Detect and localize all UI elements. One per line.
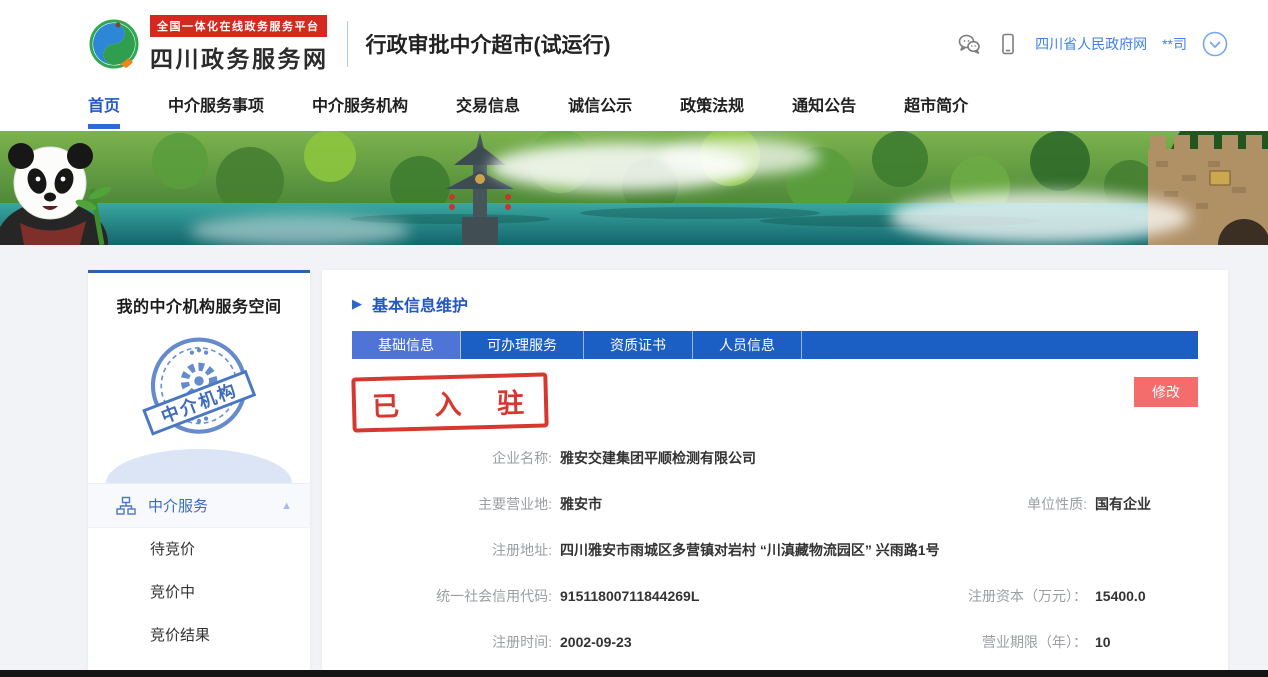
basic-info-form: 企业名称: 雅安交建集团平顺检测有限公司 主要营业地: 雅安市 单位性质: 国有… — [352, 435, 1198, 665]
main-nav: 首页 中介服务事项 中介服务机构 交易信息 诚信公示 政策法规 通知公告 超市简… — [0, 88, 1268, 131]
username[interactable]: **司 — [1162, 34, 1187, 54]
nav-item-about[interactable]: 超市简介 — [904, 88, 968, 131]
field-value: 91511800711844269L — [560, 588, 699, 604]
field-label: 注册时间: — [352, 632, 552, 652]
field-registered-capital: 注册资本（万元）： 15400.0 — [922, 586, 1198, 606]
field-unit-nature: 单位性质: 国有企业 — [922, 494, 1198, 514]
field-label: 注册地址: — [352, 540, 552, 560]
nav-item-home[interactable]: 首页 — [88, 88, 120, 131]
field-value: 雅安交建集团平顺检测有限公司 — [560, 448, 756, 468]
nav-item-integrity[interactable]: 诚信公示 — [568, 88, 632, 131]
gov-website-link[interactable]: 四川省人民政府网 — [1035, 34, 1147, 54]
page-body: 我的中介机构服务空间 中介机构 中介服务 ▲ — [0, 245, 1268, 677]
field-business-term: 营业期限（年）： 10 — [922, 632, 1198, 652]
sidebar-title: 我的中介机构服务空间 — [88, 293, 310, 317]
tab-available-services[interactable]: 可办理服务 — [461, 331, 584, 359]
section-title: 基本信息维护 — [372, 292, 468, 316]
nav-item-service-matters[interactable]: 中介服务事项 — [168, 88, 264, 131]
field-credit-code: 统一社会信用代码: 91511800711844269L — [352, 586, 922, 606]
tab-qualification-certs[interactable]: 资质证书 — [584, 331, 693, 359]
form-row: 统一社会信用代码: 91511800711844269L 注册资本（万元）： 1… — [352, 573, 1198, 619]
site-name: 四川政务服务网 — [150, 40, 329, 74]
top-header: 全国一体化在线政务服务平台 四川政务服务网 行政审批中介超市(试运行) 四川省人… — [0, 0, 1268, 88]
field-value: 10 — [1095, 634, 1111, 650]
brand-block: 全国一体化在线政务服务平台 四川政务服务网 — [150, 15, 329, 74]
nav-item-transactions[interactable]: 交易信息 — [456, 88, 520, 131]
sichuan-gov-logo-icon — [88, 18, 140, 70]
header-divider — [347, 21, 348, 67]
field-label: 单位性质: — [922, 494, 1087, 514]
section-arrow-icon: ▶ — [352, 296, 362, 312]
registered-status-stamp: 已 入 驻 — [351, 372, 548, 432]
sidebar-submenu: 待竞价 竞价中 竞价结果 合同签订 服务成果 — [88, 527, 310, 677]
form-row: 注册时间: 2002-09-23 营业期限（年）： 10 — [352, 619, 1198, 665]
seal-pedestal-arc — [106, 449, 292, 483]
field-value: 四川雅安市雨城区多营镇对岩村 “川滇藏物流园区” 兴雨路1号 — [560, 540, 940, 560]
status-row: 已 入 驻 修改 — [352, 375, 1198, 427]
sidebar-item-bid-results[interactable]: 竞价结果 — [88, 614, 310, 657]
field-company-name: 企业名称: 雅安交建集团平顺检测有限公司 — [352, 448, 922, 468]
field-value: 2002-09-23 — [560, 634, 632, 650]
hero-banner-image — [0, 131, 1268, 245]
header-right: 四川省人民政府网 **司 — [957, 31, 1228, 57]
sidebar-menu-intermediary-service[interactable]: 中介服务 ▲ — [88, 483, 310, 527]
sidebar-menu-label: 中介服务 — [148, 495, 208, 516]
site-logo[interactable]: 全国一体化在线政务服务平台 四川政务服务网 — [88, 15, 329, 74]
agency-seal-image: 中介机构 — [140, 329, 258, 447]
chevron-down-icon[interactable] — [1202, 31, 1228, 57]
info-tabbar: 基础信息 可办理服务 资质证书 人员信息 — [352, 331, 1198, 359]
nav-item-agencies[interactable]: 中介服务机构 — [312, 88, 408, 131]
sidebar-item-pending-bid[interactable]: 待竞价 — [88, 528, 310, 571]
field-label: 注册资本（万元）： — [922, 586, 1087, 606]
field-label: 统一社会信用代码: — [352, 586, 552, 606]
sidebar-item-bidding[interactable]: 竞价中 — [88, 571, 310, 614]
tab-basic-info[interactable]: 基础信息 — [352, 331, 461, 359]
field-value: 国有企业 — [1095, 494, 1151, 514]
field-business-place: 主要营业地: 雅安市 — [352, 494, 922, 514]
sitemap-icon — [116, 496, 136, 516]
field-label: 企业名称: — [352, 448, 552, 468]
bottom-dark-strip — [0, 670, 1268, 677]
form-row: 注册地址: 四川雅安市雨城区多营镇对岩村 “川滇藏物流园区” 兴雨路1号 — [352, 527, 1198, 573]
caret-up-icon: ▲ — [281, 500, 292, 512]
form-row: 主要营业地: 雅安市 单位性质: 国有企业 — [352, 481, 1198, 527]
tab-personnel-info[interactable]: 人员信息 — [693, 331, 802, 359]
platform-badge: 全国一体化在线政务服务平台 — [150, 15, 327, 37]
main-content: ▶ 基本信息维护 基础信息 可办理服务 资质证书 人员信息 已 入 驻 修改 企… — [322, 270, 1228, 677]
field-label: 营业期限（年）： — [922, 632, 1087, 652]
field-registered-address: 注册地址: 四川雅安市雨城区多营镇对岩村 “川滇藏物流园区” 兴雨路1号 — [352, 540, 1198, 560]
nav-item-notices[interactable]: 通知公告 — [792, 88, 856, 131]
wechat-icon[interactable] — [957, 32, 981, 56]
nav-item-policies[interactable]: 政策法规 — [680, 88, 744, 131]
field-label: 主要营业地: — [352, 494, 552, 514]
field-value: 雅安市 — [560, 494, 602, 514]
section-header: ▶ 基本信息维护 — [352, 292, 1198, 316]
page-title: 行政审批中介超市(试运行) — [366, 29, 611, 59]
form-row: 企业名称: 雅安交建集团平顺检测有限公司 — [352, 435, 1198, 481]
sidebar: 我的中介机构服务空间 中介机构 中介服务 ▲ — [88, 270, 310, 677]
mobile-phone-icon[interactable] — [996, 32, 1020, 56]
field-register-date: 注册时间: 2002-09-23 — [352, 632, 922, 652]
field-value: 15400.0 — [1095, 588, 1146, 604]
edit-button[interactable]: 修改 — [1134, 377, 1198, 407]
